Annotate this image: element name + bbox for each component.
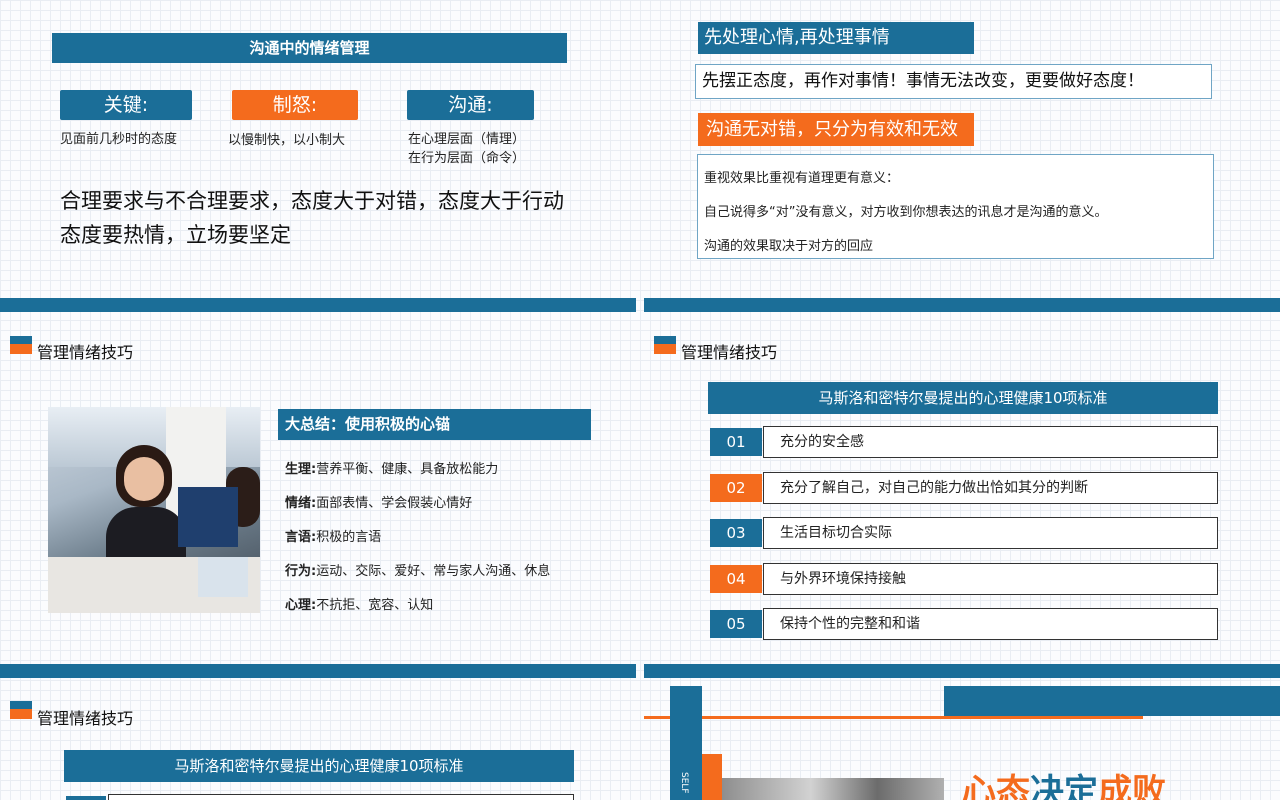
slide2-heading2-bar: 沟通无对错，只分为有效和无效 [698,113,974,146]
office-photo [48,407,260,613]
standard-item: 充分的安全感 [763,426,1218,458]
section-mark-orange [654,344,676,354]
slide5-title: 马斯洛和密特尔曼提出的心理健康10项标准 [174,757,464,775]
big-title-part-3: 成败 [1098,772,1166,800]
pill-key: 关键: [60,90,192,120]
standard-item: 生活目标切合实际 [763,517,1218,549]
pill-communicate-desc-1: 在心理层面（情理） [408,132,526,147]
summary-item: 行为:运动、交际、爱好、常与家人沟通、休息 [285,564,551,579]
standard-item: 保持个性的完整和和谐 [763,608,1218,640]
slide5-row-box [108,794,574,800]
slide2-box1: 先摆正态度，再作对事情！事情无法改变，更要做好态度！ [695,64,1212,99]
pill-anger-label: 制怒: [272,94,318,116]
divider-row2-right [644,664,1280,678]
divider-row2-left [0,664,636,678]
big-title-part-2: 决定 [1030,772,1098,800]
slide4-section-title: 管理情绪技巧 [681,343,778,362]
slide2-box2: 重视效果比重视有道理更有意义： 自己说得多“对”没有意义，对方收到你想表达的讯息… [697,154,1214,259]
standard-number: 03 [710,519,762,547]
slide2-heading2: 沟通无对错，只分为有效和无效 [706,119,958,140]
summary-item: 生理:营养平衡、健康、具备放松能力 [285,462,499,477]
summary-title: 大总结：使用积极的心锚 [285,415,451,433]
slide6-orange-line [644,716,1143,719]
pill-key-desc: 见面前几秒时的态度 [60,132,178,147]
slide4-title: 马斯洛和密特尔曼提出的心理健康10项标准 [818,389,1108,407]
standard-number: 02 [710,473,762,502]
slide5-title-bar: 马斯洛和密特尔曼提出的心理健康10项标准 [64,750,574,782]
pill-communicate-desc-2: 在行为层面（命令） [408,151,526,166]
slide1-line-1: 合理要求与不合理要求，态度大于对错，态度大于行动 [60,189,564,213]
big-title-part-1: 心态 [962,772,1030,800]
slide6-vertical-text: SELF [679,772,689,794]
divider-row1-right [644,298,1280,312]
slide5-section-title: 管理情绪技巧 [37,709,134,728]
pill-anger-desc: 以慢制快，以小制大 [228,133,346,148]
slide6-vertical-bar: SELF [670,686,702,800]
slide6-top-bar [944,686,1280,716]
slide1-title: 沟通中的情绪管理 [249,39,370,57]
slide2-line-3: 沟通的效果取决于对方的回应 [704,239,874,254]
summary-item: 情绪:面部表情、学会假装心情好 [285,496,473,511]
pill-communicate: 沟通: [407,90,534,120]
summary-item: 言语:积极的言语 [285,530,382,545]
slide5-row-num [66,796,106,800]
slide4-title-bar: 马斯洛和密特尔曼提出的心理健康10项标准 [708,382,1218,414]
slide1-title-bar: 沟通中的情绪管理 [52,33,567,63]
slide1-line-2: 态度要热情，立场要坚定 [60,223,291,247]
summary-title-bar: 大总结：使用积极的心锚 [278,409,591,440]
slide2-heading1: 先处理心情,再处理事情 [704,27,890,48]
standard-number: 05 [710,610,762,638]
summary-list: 生理:营养平衡、健康、具备放松能力 情绪:面部表情、学会假装心情好 言语:积极的… [285,453,550,623]
slide6-orange-block [702,754,722,800]
standard-number: 01 [710,428,762,456]
slide2-box1-text: 先摆正态度，再作对事情！事情无法改变，更要做好态度！ [702,71,1144,91]
section-mark-orange [10,344,32,354]
standard-item: 与外界环境保持接触 [763,562,1218,595]
slide2-line-1: 重视效果比重视有道理更有意义： [704,171,900,186]
slide3-section-title: 管理情绪技巧 [37,343,134,362]
summary-item: 心理:不抗拒、宽容、认知 [285,598,434,613]
section-mark-orange [10,709,32,719]
slide6-big-title: 心态决定成败 [962,772,1166,800]
standard-item: 充分了解自己，对自己的能力做出恰如其分的判断 [763,471,1218,504]
pill-key-label: 关键: [103,94,149,116]
pill-anger: 制怒: [232,90,358,120]
slide2-heading1-bar: 先处理心情,再处理事情 [698,22,974,54]
slide2-line-2: 自己说得多“对”没有意义，对方收到你想表达的讯息才是沟通的意义。 [704,205,1108,220]
slide6-photo [722,778,944,800]
pill-communicate-label: 沟通: [448,94,493,116]
standard-number: 04 [710,564,762,593]
divider-row1-left [0,298,636,312]
